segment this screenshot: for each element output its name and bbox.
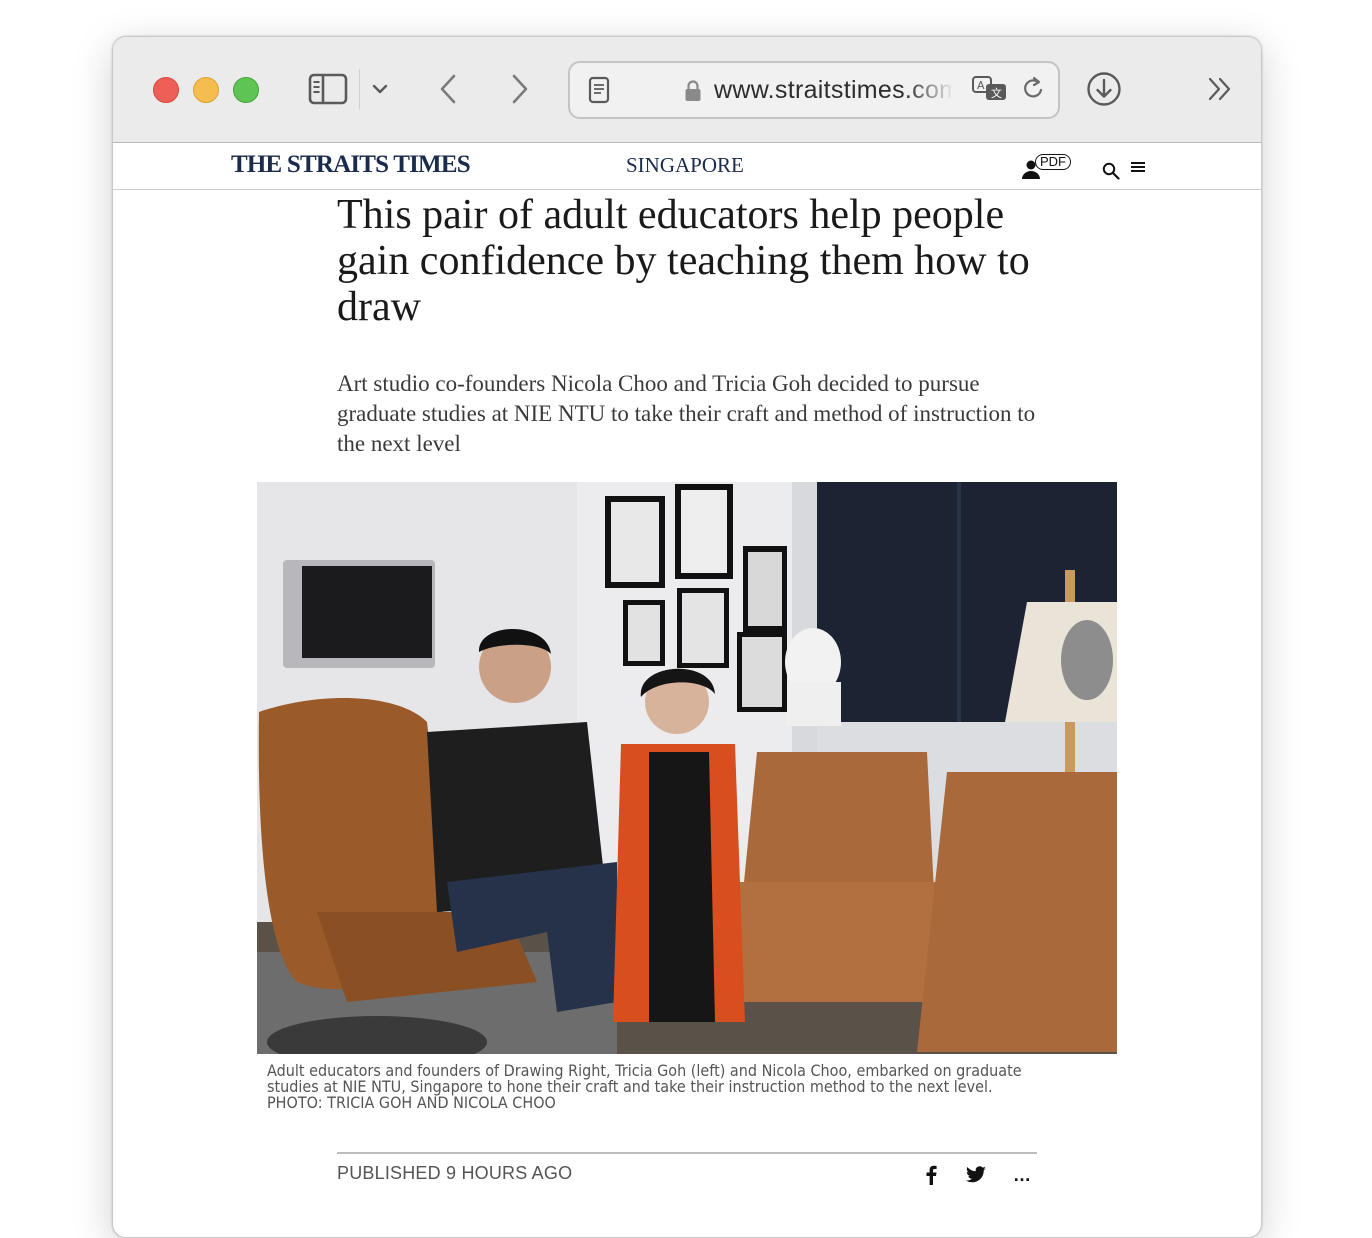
photo-caption-text: Adult educators and founders of Drawing … — [267, 1061, 1022, 1096]
section-link[interactable]: SINGAPORE — [626, 153, 744, 178]
svg-text:A: A — [977, 79, 985, 92]
browser-window: www.straitstimes.com A 文 THE STRAITS TIM… — [112, 36, 1262, 1238]
article-photo — [257, 482, 1117, 1054]
site-logo[interactable]: THE STRAITS TIMES — [231, 151, 471, 179]
pdf-button[interactable]: PDF — [1035, 154, 1071, 170]
download-icon[interactable] — [1085, 71, 1123, 107]
article-standfirst: Art studio co-founders Nicola Choo and T… — [337, 371, 1036, 456]
chevron-left-icon[interactable] — [433, 71, 463, 107]
chevron-down-icon[interactable] — [369, 71, 391, 107]
close-window-button[interactable] — [153, 77, 179, 103]
browser-toolbar: www.straitstimes.com A 文 — [113, 37, 1261, 143]
photo-caption: Adult educators and founders of Drawing … — [267, 1063, 1023, 1111]
reader-icon[interactable] — [586, 72, 612, 108]
sidebar-icon[interactable] — [307, 71, 349, 107]
translate-icon[interactable]: A 文 — [970, 71, 1010, 107]
divider — [337, 1152, 1037, 1154]
svg-text:文: 文 — [991, 86, 1002, 100]
minimize-window-button[interactable] — [193, 77, 219, 103]
menu-icon[interactable] — [1129, 157, 1147, 177]
facebook-share-icon[interactable] — [925, 1163, 943, 1187]
address-bar[interactable]: www.straitstimes.com A 文 — [568, 61, 1060, 119]
double-chevron-right-icon[interactable] — [1205, 71, 1237, 107]
site-header: THE STRAITS TIMES SINGAPORE PDF — [113, 143, 1261, 190]
article-headline: This pair of adult educators help people… — [337, 192, 1030, 330]
zoom-window-button[interactable] — [233, 77, 259, 103]
address-text: www.straitstimes.com — [714, 76, 954, 104]
photo-credit: PHOTO: TRICIA GOH AND NICOLA CHOO — [267, 1093, 556, 1112]
toolbar-divider — [359, 69, 360, 109]
published-timestamp: PUBLISHED 9 HOURS AGO — [337, 1163, 573, 1183]
reload-icon[interactable] — [1018, 71, 1048, 107]
chevron-right-icon[interactable] — [505, 71, 535, 107]
lock-icon — [682, 73, 704, 109]
search-icon[interactable] — [1101, 161, 1121, 181]
twitter-share-icon[interactable] — [965, 1163, 989, 1187]
more-share-button[interactable]: … — [1013, 1163, 1033, 1187]
